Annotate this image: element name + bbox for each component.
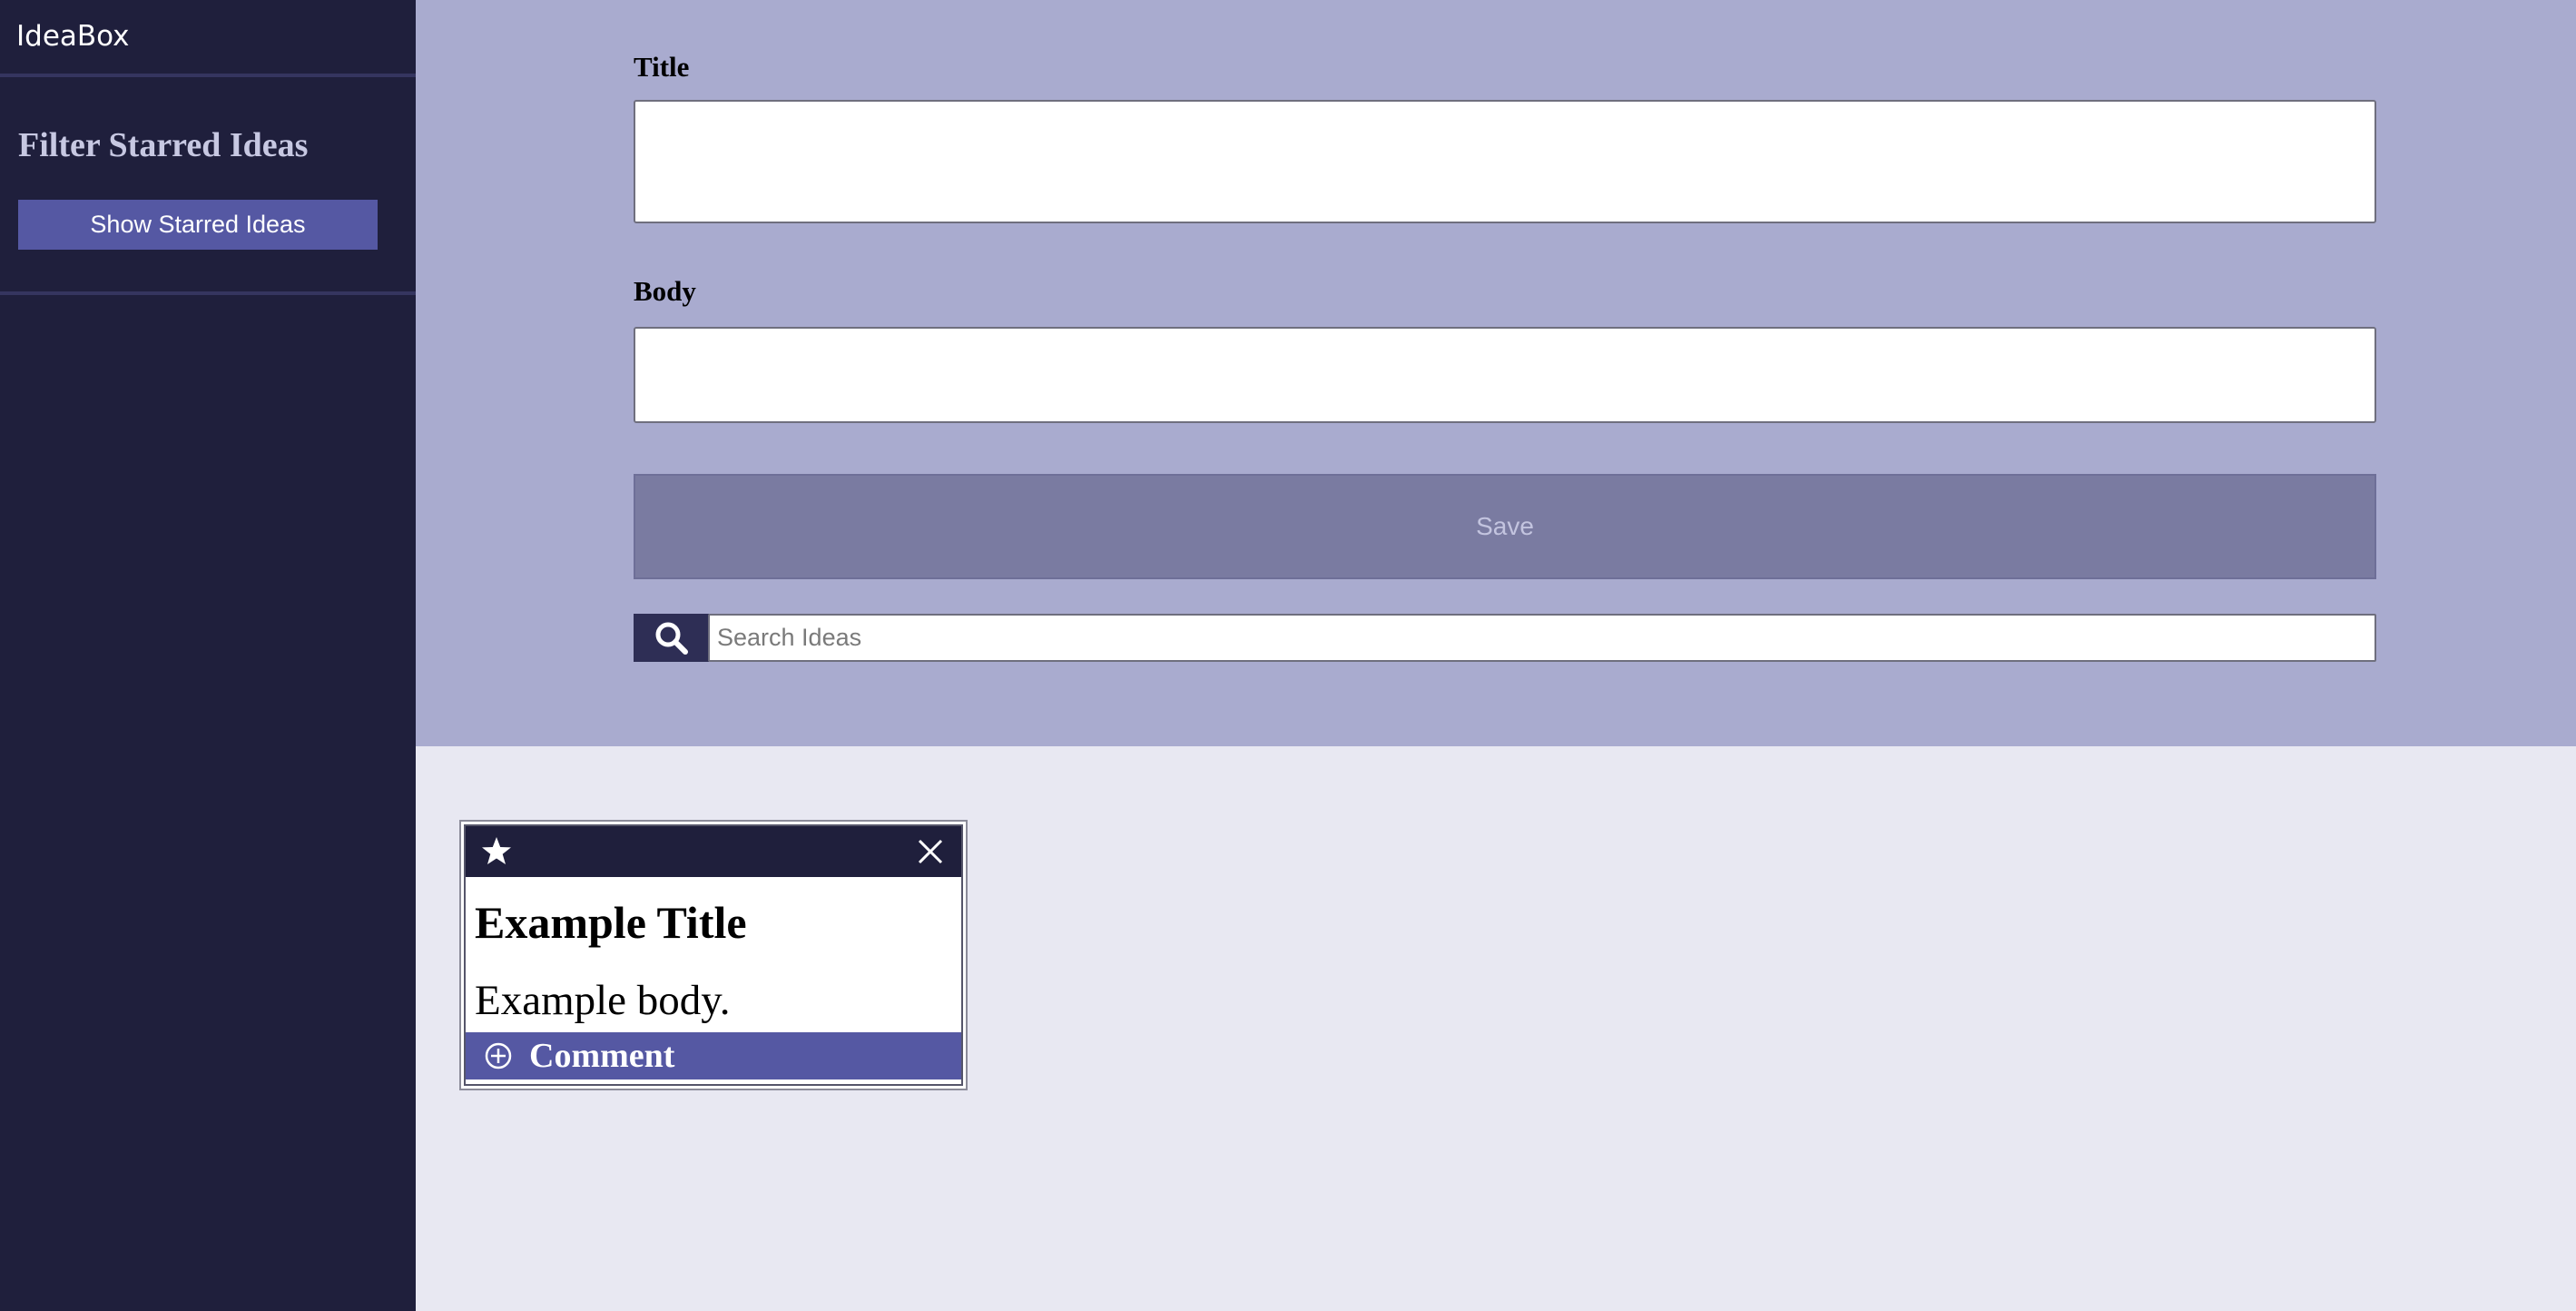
body-input[interactable] — [634, 327, 2376, 423]
delete-idea-button[interactable] — [916, 837, 945, 866]
comment-button[interactable]: Comment — [466, 1032, 961, 1079]
idea-card-inner: Example Title Example body. Comment — [464, 824, 963, 1086]
body-label: Body — [634, 275, 696, 307]
idea-card: Example Title Example body. Comment — [459, 820, 968, 1090]
sidebar-divider-top — [0, 74, 416, 77]
title-label: Title — [634, 51, 690, 83]
sidebar: IdeaBox Filter Starred Ideas Show Starre… — [0, 0, 416, 1311]
search-button[interactable] — [634, 614, 709, 662]
save-button[interactable]: Save — [634, 474, 2376, 579]
idea-card-header — [466, 826, 961, 877]
show-starred-button[interactable]: Show Starred Ideas — [18, 200, 378, 250]
app-brand: IdeaBox — [16, 20, 130, 53]
star-button[interactable] — [480, 835, 513, 868]
plus-circle-icon — [484, 1041, 513, 1070]
search-icon — [655, 622, 688, 655]
idea-title: Example Title — [475, 897, 747, 948]
star-icon — [482, 837, 511, 864]
close-icon — [918, 839, 943, 864]
idea-body: Example body. — [475, 977, 731, 1024]
title-input[interactable] — [634, 100, 2376, 223]
sidebar-divider-bottom — [0, 291, 416, 295]
comment-label: Comment — [529, 1037, 675, 1075]
filter-heading: Filter Starred Ideas — [18, 126, 309, 164]
search-input[interactable] — [708, 614, 2376, 662]
